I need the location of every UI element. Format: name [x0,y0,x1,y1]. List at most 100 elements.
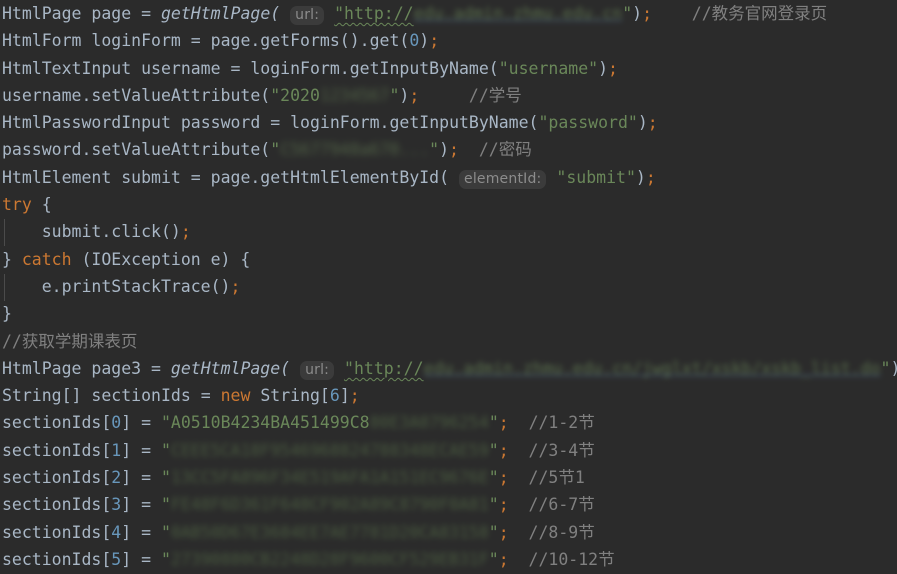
parameter-hint-url[interactable]: url: [290,6,325,25]
token-brace: { [31,195,52,215]
code-line[interactable]: username.setValueAttribute("20201234567"… [0,82,897,109]
token-method-call: loginForm.getInputByName( [250,58,499,78]
token-bracket: ] = [121,495,161,515]
redacted-url: edu.admin.zhmu.edu.cn/jwglxt/xskb/xskb_l… [423,358,881,378]
token-identifier: password [180,113,261,133]
token-string-close: " [488,495,499,515]
line-comment: //1-2节 [528,413,595,433]
token-semicolon: ; [429,31,440,51]
redacted-student-id: 1234567 [319,85,390,105]
redacted-section-id: 80E3A0796254 [369,413,489,433]
code-line[interactable]: HtmlElement submit = page.getHtmlElement… [0,164,897,191]
code-line[interactable]: sectionIds[5] = "27390880CB2248D28F9600C… [0,546,897,573]
token-identifier: page3 [91,358,142,378]
code-line[interactable]: sectionIds[1] = "CEEE5CA18F9546968824788… [0,437,897,464]
token-array-name: sectionIds[ [2,495,112,515]
token-string-close: " [488,413,499,433]
token-semicolon: ; [230,276,241,296]
token-space: = [180,167,211,187]
code-line[interactable]: HtmlForm loginForm = page.getForms().get… [0,27,897,54]
code-line[interactable]: String[] sectionIds = new String[6]; [0,382,897,409]
line-comment: //获取学期课表页 [2,331,138,351]
token-index: 4 [111,522,122,542]
token-semicolon: ; [645,167,656,187]
token-space: = [141,358,171,378]
line-comment: //10-12节 [528,549,615,569]
code-line[interactable]: submit.click(); [0,218,897,245]
token-semicolon: ; [498,495,509,515]
token-string: "username" [498,58,599,78]
token-semicolon: ; [498,413,509,433]
token-string-close: " [488,468,499,488]
token-array-name: sectionIds[ [2,549,112,569]
parameter-hint-element-id[interactable]: elementId: [459,169,547,189]
code-line[interactable]: password.setValueAttribute("C5677948a670… [0,136,897,163]
code-editor-pane[interactable]: HtmlPage page = getHtmlPage( url: "http:… [0,0,897,574]
token-identifier: submit [121,167,181,187]
token-paren: ) [637,113,648,133]
token-identifier: loginForm [91,31,181,51]
token-string-close: " [429,140,440,160]
code-line[interactable]: HtmlPasswordInput password = loginForm.g… [0,109,897,136]
token-semicolon: ; [498,549,509,569]
redacted-section-id: CEEE5CA18F9546968824788348ECAE59 [170,440,489,460]
code-line[interactable]: } [0,300,897,327]
redacted-section-id: FE48F6D361F648CF902A89C8790F0A81 [170,495,489,515]
token-array-name: sectionIds[ [2,522,112,542]
code-line[interactable]: HtmlTextInput username = loginForm.getIn… [0,55,897,82]
token-identifier: sectionIds [91,386,191,406]
token-catch-clause: (IOException e) { [71,249,251,269]
redacted-password: C5677948a670... [280,140,430,160]
token-string-close: " [880,358,891,378]
token-array-name: sectionIds[ [2,468,112,488]
token-string-close: " [488,522,499,542]
code-line[interactable]: HtmlPage page3 = getHtmlPage( url: "http… [0,355,897,382]
token-brace: } [2,304,12,324]
token-string-protocol: "http:// [344,358,424,378]
redacted-section-id: 0AB50D67E3684EE7AE7781D20CA83158 [170,522,489,542]
code-line[interactable]: } catch (IOException e) { [0,246,897,273]
token-string: "password" [538,113,638,133]
token-type: HtmlElement [2,167,112,187]
token-array-name: sectionIds[ [2,440,112,460]
token-operator [131,4,141,23]
token-statement: e.printStackTrace() [2,276,231,296]
token-array-name: sectionIds[ [2,413,112,433]
token-keyword-new: new [220,386,251,406]
code-line[interactable]: try { [0,191,897,218]
token-statement: submit.click() [2,222,181,242]
code-line[interactable]: e.printStackTrace(); [0,273,897,300]
parameter-hint-url[interactable]: url: [300,360,335,380]
token-paren: ) [419,31,430,51]
token-paren: ) [439,140,450,160]
code-line[interactable]: //获取学期课表页 [0,328,897,355]
line-comment: //教务官网登录页 [691,4,828,23]
token-semicolon: ; [498,440,509,460]
code-line[interactable]: sectionIds[4] = "0AB50D67E3684EE7AE7781D… [0,519,897,546]
token-type: HtmlTextInput [2,58,132,78]
redacted-section-id: 13CC5FA896F34E519AFA1A151EC9676E [170,468,489,488]
token-method-call: getHtmlPage( [160,4,281,23]
token-type: HtmlPage [2,358,82,378]
token-index: 0 [111,413,122,433]
token-equals: = [141,4,152,23]
token-type: HtmlForm [2,31,82,51]
token-method-call: loginForm.getInputByName( [290,113,539,133]
redacted-section-id: 27390880CB2248D28F9600CF529EB31F [170,549,489,569]
code-line[interactable]: sectionIds[2] = "13CC5FA896F34E519AFA1A1… [0,464,897,491]
token-semicolon: ; [642,4,653,23]
code-line[interactable]: HtmlPage page = getHtmlPage( url: "http:… [0,0,897,27]
code-line[interactable]: sectionIds[3] = "FE48F6D361F648CF902A89C… [0,491,897,518]
code-line[interactable]: sectionIds[0] = "A0510B4234BA451499C880E… [0,409,897,436]
token-type: String[] [2,386,82,406]
token-index: 5 [111,549,122,569]
line-comment: //6-7节 [528,495,595,515]
